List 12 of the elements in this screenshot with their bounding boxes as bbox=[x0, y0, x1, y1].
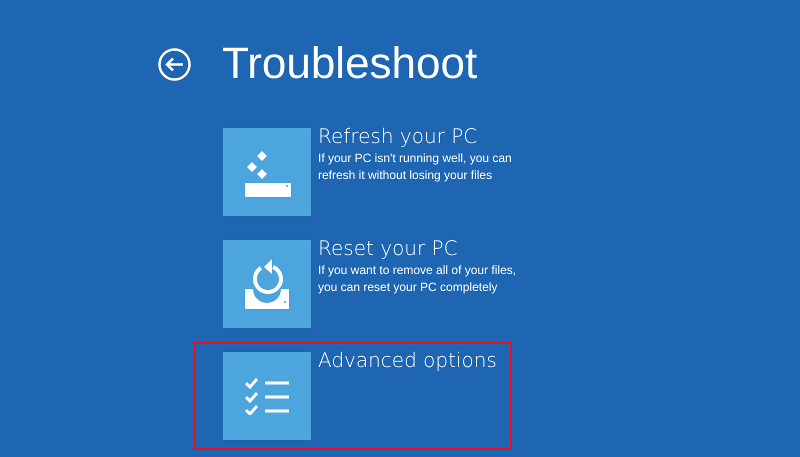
back-button[interactable] bbox=[158, 48, 191, 80]
option-tile[interactable] bbox=[223, 128, 311, 216]
option-tile[interactable] bbox=[223, 240, 311, 328]
option-title[interactable]: Advanced options bbox=[318, 348, 497, 372]
option-title[interactable]: Reset your PC bbox=[318, 236, 538, 260]
checklist-icon bbox=[245, 377, 289, 415]
page-title: Troubleshoot bbox=[222, 38, 478, 90]
drive-refresh-icon bbox=[243, 259, 291, 309]
option-description: If you want to remove all of your files, you can reset your PC completely bbox=[318, 262, 518, 296]
option-title[interactable]: Refresh your PC bbox=[318, 124, 538, 148]
option-description: If your PC isn't running well, you can refresh it without losing your files bbox=[318, 150, 513, 184]
option-tile[interactable] bbox=[223, 352, 311, 440]
